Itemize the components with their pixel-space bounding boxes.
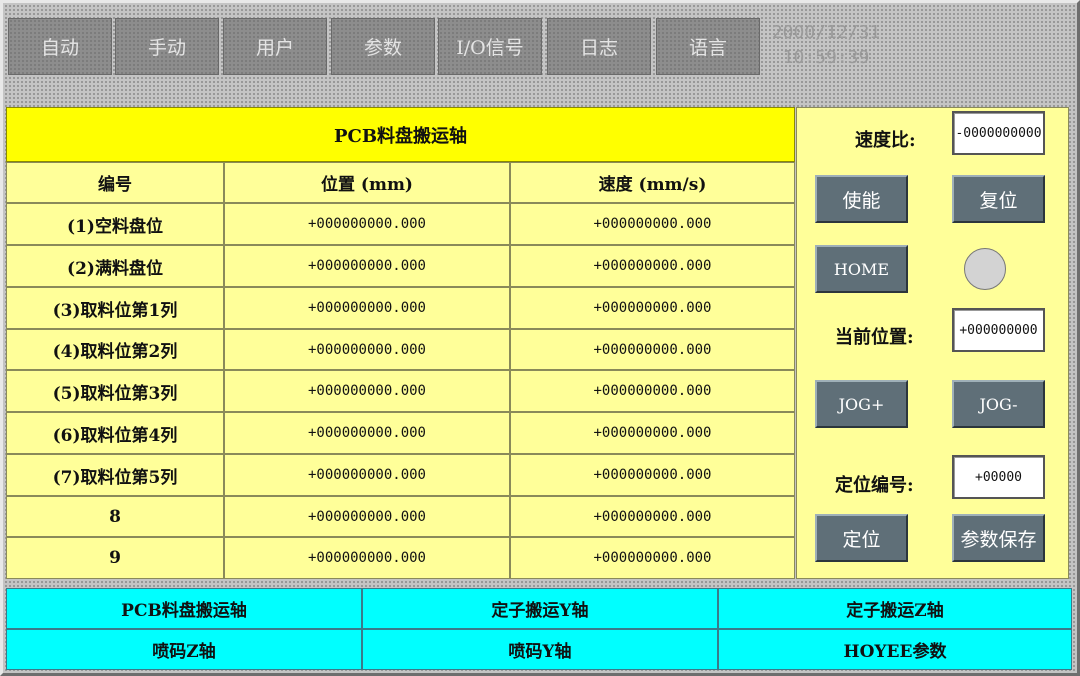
- nav-params-button[interactable]: 参数: [331, 18, 435, 75]
- speed-value-input[interactable]: +000000000.000: [510, 370, 795, 412]
- nav-language-button[interactable]: 语言: [656, 18, 760, 75]
- axis-table-title: PCB料盘搬运轴: [6, 107, 795, 162]
- axis-tab-stator-y[interactable]: 定子搬运Y轴: [362, 588, 718, 629]
- enable-button[interactable]: 使能: [815, 175, 908, 223]
- nav-manual-button[interactable]: 手动: [115, 18, 219, 75]
- jog-plus-button[interactable]: JOG+: [815, 380, 908, 428]
- speed-value-input[interactable]: +000000000.000: [510, 496, 795, 537]
- position-number-input[interactable]: +00000: [952, 455, 1045, 499]
- column-header-speed: 速度 (mm/s): [510, 162, 795, 203]
- speed-value-input[interactable]: +000000000.000: [510, 329, 795, 370]
- axis-tab-coding-y[interactable]: 喷码Y轴: [362, 629, 718, 670]
- row-label: (6)取料位第4列: [6, 412, 224, 454]
- speed-ratio-input[interactable]: -0000000000: [952, 111, 1045, 155]
- row-label: (5)取料位第3列: [6, 370, 224, 412]
- time-text: 10:59:39: [782, 47, 870, 68]
- axis-tab-pcb-tray[interactable]: PCB料盘搬运轴: [6, 588, 362, 629]
- locate-button[interactable]: 定位: [815, 514, 908, 562]
- current-position-field: +000000000: [952, 308, 1045, 352]
- nav-auto-button[interactable]: 自动: [8, 18, 112, 75]
- home-button[interactable]: HOME: [815, 245, 908, 293]
- speed-ratio-label: 速度比:: [855, 130, 916, 151]
- position-value-input[interactable]: +000000000.000: [224, 454, 510, 496]
- nav-log-button[interactable]: 日志: [547, 18, 651, 75]
- current-position-label: 当前位置:: [835, 327, 914, 348]
- position-value-input[interactable]: +000000000.000: [224, 329, 510, 370]
- speed-value-input[interactable]: +000000000.000: [510, 412, 795, 454]
- jog-minus-button[interactable]: JOG-: [952, 380, 1045, 428]
- position-value-input[interactable]: +000000000.000: [224, 537, 510, 579]
- row-label: (3)取料位第1列: [6, 287, 224, 329]
- speed-value-input[interactable]: +000000000.000: [510, 203, 795, 245]
- position-value-input[interactable]: +000000000.000: [224, 245, 510, 287]
- position-value-input[interactable]: +000000000.000: [224, 412, 510, 454]
- column-header-id: 编号: [6, 162, 224, 203]
- position-value-input[interactable]: +000000000.000: [224, 496, 510, 537]
- row-label: 9: [6, 537, 224, 579]
- row-label: (4)取料位第2列: [6, 329, 224, 370]
- date-text: 2000/12/31: [771, 22, 881, 43]
- save-params-button[interactable]: 参数保存: [952, 514, 1045, 562]
- column-header-position: 位置 (mm): [224, 162, 510, 203]
- reset-button[interactable]: 复位: [952, 175, 1045, 223]
- row-label: (1)空料盘位: [6, 203, 224, 245]
- speed-value-input[interactable]: +000000000.000: [510, 454, 795, 496]
- axis-tab-hoyee-params[interactable]: HOYEE参数: [718, 629, 1072, 670]
- nav-io-signal-button[interactable]: I/O信号: [438, 18, 542, 75]
- control-panel: 速度比: -0000000000 使能 复位 HOME 当前位置: +00000…: [796, 107, 1069, 579]
- position-number-label: 定位编号:: [835, 475, 914, 496]
- position-value-input[interactable]: +000000000.000: [224, 370, 510, 412]
- speed-value-input[interactable]: +000000000.000: [510, 287, 795, 329]
- speed-value-input[interactable]: +000000000.000: [510, 537, 795, 579]
- home-status-indicator: [964, 248, 1006, 290]
- row-label: 8: [6, 496, 224, 537]
- row-label: (7)取料位第5列: [6, 454, 224, 496]
- row-label: (2)满料盘位: [6, 245, 224, 287]
- position-value-input[interactable]: +000000000.000: [224, 203, 510, 245]
- datetime-display: 2000/12/31 10:59:39: [766, 20, 886, 70]
- axis-tab-stator-z[interactable]: 定子搬运Z轴: [718, 588, 1072, 629]
- position-value-input[interactable]: +000000000.000: [224, 287, 510, 329]
- speed-value-input[interactable]: +000000000.000: [510, 245, 795, 287]
- nav-user-button[interactable]: 用户: [223, 18, 327, 75]
- axis-tab-coding-z[interactable]: 喷码Z轴: [6, 629, 362, 670]
